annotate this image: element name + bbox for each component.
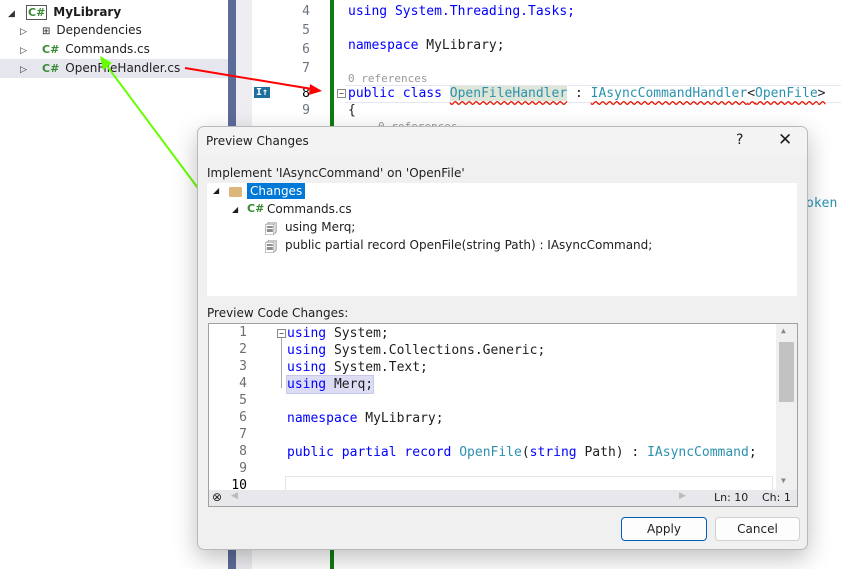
char-indicator: Ch: 1 — [762, 491, 791, 504]
expanded-icon[interactable]: ◢ — [232, 205, 238, 214]
close-icon[interactable]: ✕ — [778, 130, 792, 150]
red-arrow — [184, 67, 322, 95]
tree-item-change[interactable]: using Merq; — [285, 220, 355, 234]
vertical-scrollbar[interactable]: ▲ ▼ — [776, 324, 797, 490]
csharp-file-icon: C# — [247, 202, 265, 215]
line-number: 2 — [239, 342, 247, 357]
line-number: 6 — [239, 410, 247, 425]
scroll-thumb[interactable] — [779, 342, 794, 402]
keyword: namespace — [287, 411, 358, 426]
tree-item-changes[interactable]: Changes — [247, 183, 306, 199]
line-number: 5 — [239, 393, 247, 408]
line-number: 1 — [239, 325, 247, 340]
code-text: System.Collections.Generic; — [326, 343, 546, 358]
code-change-icon: 🗐 — [265, 240, 277, 254]
code-line: public partial record OpenFile(string Pa… — [287, 444, 757, 461]
zoom-icon[interactable]: ⊗ — [212, 490, 222, 504]
code-text: System; — [326, 326, 389, 341]
tree-item-change[interactable]: public partial record OpenFile(string Pa… — [285, 238, 652, 252]
keyword: record — [404, 445, 452, 460]
preview-changes-dialog: Preview Changes ? ✕ Implement 'IAsyncCom… — [197, 126, 808, 550]
keyword: partial — [341, 445, 397, 460]
keyword: string — [529, 445, 577, 460]
code-line: namespace MyLibrary; — [287, 410, 444, 427]
line-number: 4 — [239, 376, 247, 391]
scroll-left-icon[interactable]: ◀ — [231, 491, 238, 501]
green-arrow — [100, 56, 213, 208]
line-indicator: Ln: 10 — [714, 491, 749, 504]
keyword: using — [287, 326, 327, 341]
outline-line — [281, 338, 282, 388]
line-number: 3 — [239, 359, 247, 374]
keyword: using — [287, 377, 327, 392]
code-text: System.Text; — [326, 360, 428, 375]
type-name: OpenFile — [459, 445, 522, 460]
dialog-description: Implement 'IAsyncCommand' on 'OpenFile' — [207, 166, 465, 180]
keyword: using — [287, 360, 327, 375]
preview-code-label: Preview Code Changes: — [207, 306, 349, 320]
code-text: MyLibrary; — [357, 411, 444, 426]
code-text: Path) : — [576, 445, 648, 460]
expanded-icon[interactable]: ◢ — [213, 186, 219, 195]
folder-icon — [229, 187, 242, 197]
collapse-icon[interactable]: − — [277, 329, 286, 338]
code-line: using System.Text; — [287, 359, 428, 376]
code-text: ( — [521, 445, 530, 460]
help-button[interactable]: ? — [736, 132, 743, 148]
code-text: Merq; — [326, 377, 374, 392]
status-bar: ⊗ ◀ ▶ Ln: 10 Ch: 1 — [209, 490, 797, 506]
code-preview[interactable]: 1 2 3 4 5 6 7 8 9 10 − using System; usi… — [208, 323, 798, 507]
scroll-up-icon[interactable]: ▲ — [781, 326, 786, 335]
current-line-highlight — [285, 476, 773, 490]
scroll-down-icon[interactable]: ▼ — [781, 476, 786, 485]
code-line: using System; — [287, 325, 389, 342]
line-number: 8 — [239, 444, 247, 459]
apply-button[interactable]: Apply — [621, 517, 707, 541]
cancel-button[interactable]: Cancel — [715, 517, 800, 541]
code-line: using System.Collections.Generic; — [287, 342, 545, 359]
line-number: 9 — [239, 461, 247, 476]
keyword: public — [287, 445, 334, 460]
tree-item-commands[interactable]: Commands.cs — [267, 202, 352, 216]
dialog-title: Preview Changes — [206, 134, 309, 148]
keyword: using — [287, 343, 327, 358]
code-text: ; — [748, 445, 757, 460]
scroll-right-icon[interactable]: ▶ — [679, 491, 686, 501]
code-line-highlighted: using Merq; — [285, 375, 375, 394]
interface-name: IAsyncCommand — [647, 445, 749, 460]
line-number: 7 — [239, 427, 247, 442]
changes-tree[interactable]: ◢ Changes ◢ C# Commands.cs 🗐 using Merq;… — [207, 183, 797, 296]
